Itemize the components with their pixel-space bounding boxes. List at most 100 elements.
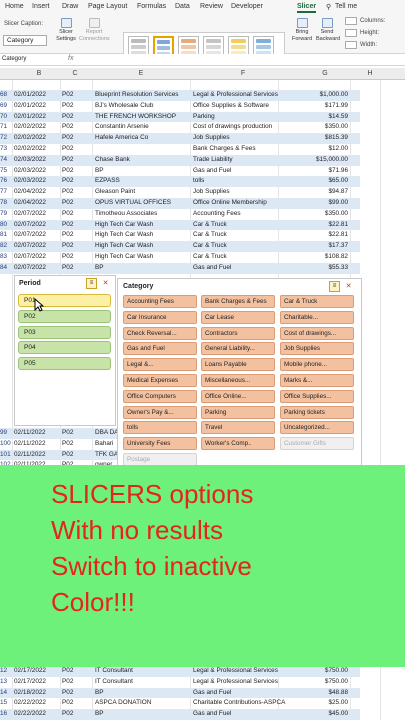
- payee-cell[interactable]: High Tech Car Wash: [95, 252, 188, 263]
- period-cell[interactable]: P02: [62, 112, 90, 123]
- tab-insert[interactable]: Insert: [32, 3, 50, 10]
- category-option[interactable]: Marks &...: [280, 374, 354, 387]
- period-cell[interactable]: P02: [62, 241, 90, 252]
- category-option[interactable]: Car & Truck: [280, 295, 354, 308]
- category-option[interactable]: Miscellaneous...: [201, 374, 275, 387]
- date-cell[interactable]: 02/07/2022: [14, 241, 60, 252]
- row-number[interactable]: 79: [0, 209, 12, 220]
- period-cell[interactable]: P02: [62, 677, 90, 688]
- period-cell[interactable]: P02: [62, 428, 90, 439]
- row-number[interactable]: 83: [0, 252, 12, 263]
- period-cell[interactable]: P02: [62, 439, 90, 450]
- amount-cell[interactable]: $71.96: [290, 166, 348, 177]
- amount-cell[interactable]: $12.00: [290, 144, 348, 155]
- slicer-settings-button[interactable]: Slicer Settings: [55, 18, 77, 42]
- payee-cell[interactable]: [95, 144, 188, 155]
- clear-filter-icon[interactable]: ✕: [100, 278, 111, 289]
- row-number[interactable]: 100: [0, 439, 12, 450]
- date-cell[interactable]: 02/04/2022: [14, 187, 60, 198]
- report-connections-button[interactable]: Report Connections: [79, 18, 110, 42]
- date-cell[interactable]: 02/11/2022: [14, 439, 60, 450]
- period-option-p01[interactable]: P01: [18, 294, 111, 307]
- category-cell[interactable]: Office Supplies & Software: [193, 101, 303, 112]
- row-number[interactable]: 77: [0, 187, 12, 198]
- category-option[interactable]: General Liability...: [201, 342, 275, 356]
- category-option[interactable]: Office Online...: [201, 389, 275, 403]
- slicer-caption-input[interactable]: Category: [3, 35, 47, 46]
- period-cell[interactable]: P02: [62, 698, 90, 709]
- amount-cell[interactable]: $750.00: [290, 677, 348, 688]
- category-cell[interactable]: Car & Truck: [193, 230, 303, 241]
- category-cell[interactable]: Gas and Fuel: [193, 688, 303, 699]
- row-number[interactable]: 81: [0, 230, 12, 241]
- category-cell[interactable]: Bank Charges & Fees: [193, 144, 303, 155]
- category-option[interactable]: University Fees: [123, 437, 197, 451]
- category-option[interactable]: Gas and Fuel: [123, 342, 197, 356]
- category-cell[interactable]: Legal & Professional Services: [193, 677, 303, 688]
- tab-draw[interactable]: Draw: [62, 3, 78, 10]
- tab-home[interactable]: Home: [5, 3, 24, 10]
- date-cell[interactable]: 02/03/2022: [14, 166, 60, 177]
- payee-cell[interactable]: Chase Bank: [95, 155, 188, 166]
- category-option[interactable]: Parking tickets: [280, 405, 354, 419]
- category-cell[interactable]: Car & Truck: [193, 220, 303, 231]
- row-number[interactable]: 16: [0, 709, 12, 720]
- category-option[interactable]: Office Computers: [123, 389, 197, 403]
- category-option[interactable]: Bank Charges & Fees: [201, 295, 275, 308]
- column-header[interactable]: E: [126, 70, 156, 77]
- period-cell[interactable]: P02: [62, 709, 90, 720]
- period-cell[interactable]: P02: [62, 166, 90, 177]
- category-cell[interactable]: Job Supplies: [193, 187, 303, 198]
- date-cell[interactable]: 02/01/2022: [14, 90, 60, 101]
- category-cell[interactable]: Trade Liability: [193, 155, 303, 166]
- category-cell[interactable]: Office Online Membership: [193, 198, 303, 209]
- payee-cell[interactable]: Hafele America Co: [95, 133, 188, 144]
- category-option[interactable]: Uncategorized...: [280, 421, 354, 435]
- period-cell[interactable]: P02: [62, 666, 90, 677]
- date-cell[interactable]: 02/07/2022: [14, 230, 60, 241]
- amount-cell[interactable]: $171.99: [290, 101, 348, 112]
- category-option[interactable]: Accounting Fees: [123, 295, 197, 308]
- payee-cell[interactable]: EZPASS: [95, 176, 188, 187]
- date-cell[interactable]: 02/17/2022: [14, 677, 60, 688]
- category-cell[interactable]: Accounting Fees: [193, 209, 303, 220]
- period-cell[interactable]: P02: [62, 198, 90, 209]
- bring-forward-button[interactable]: Bring Forward: [292, 18, 312, 42]
- row-number[interactable]: 15: [0, 698, 12, 709]
- width-stepper[interactable]: [345, 41, 357, 49]
- payee-cell[interactable]: IT Consultant: [95, 666, 188, 677]
- amount-cell[interactable]: $350.00: [290, 209, 348, 220]
- category-option[interactable]: Parking: [201, 405, 275, 419]
- amount-cell[interactable]: $65.00: [290, 176, 348, 187]
- row-number[interactable]: 82: [0, 241, 12, 252]
- payee-cell[interactable]: OPUS VIRTUAL OFFICES: [95, 198, 188, 209]
- row-number[interactable]: 84: [0, 263, 12, 274]
- period-cell[interactable]: P02: [62, 90, 90, 101]
- period-option-p03[interactable]: P03: [18, 325, 111, 339]
- payee-cell[interactable]: BP: [95, 709, 188, 720]
- row-number[interactable]: 68: [0, 90, 12, 101]
- category-cell[interactable]: Legal & Professional Services: [193, 90, 303, 101]
- tab-tell-me[interactable]: Tell me: [335, 3, 357, 10]
- row-number[interactable]: 12: [0, 666, 12, 677]
- payee-cell[interactable]: Blueprint Resolution Services: [95, 90, 188, 101]
- period-cell[interactable]: P02: [62, 230, 90, 241]
- period-cell[interactable]: P02: [62, 133, 90, 144]
- amount-cell[interactable]: $45.00: [290, 709, 348, 720]
- column-header[interactable]: F: [228, 70, 258, 77]
- date-cell[interactable]: 02/22/2022: [14, 698, 60, 709]
- period-cell[interactable]: P02: [62, 263, 90, 274]
- name-box[interactable]: Category: [2, 56, 32, 65]
- category-cell[interactable]: Charitable Contributions-ASPCA: [193, 698, 303, 709]
- category-option[interactable]: tolls: [123, 421, 197, 435]
- date-cell[interactable]: 02/03/2022: [14, 176, 60, 187]
- payee-cell[interactable]: BJ's Wholesale Club: [95, 101, 188, 112]
- tab-data[interactable]: Data: [175, 3, 190, 10]
- category-option[interactable]: Travel: [201, 421, 275, 435]
- date-cell[interactable]: 02/07/2022: [14, 252, 60, 263]
- amount-cell[interactable]: $55.33: [290, 263, 348, 274]
- tab-page-layout[interactable]: Page Layout: [88, 3, 127, 10]
- category-option[interactable]: Medical Expenses: [123, 374, 197, 387]
- category-option[interactable]: Loans Payable: [201, 358, 275, 372]
- payee-cell[interactable]: BP: [95, 263, 188, 274]
